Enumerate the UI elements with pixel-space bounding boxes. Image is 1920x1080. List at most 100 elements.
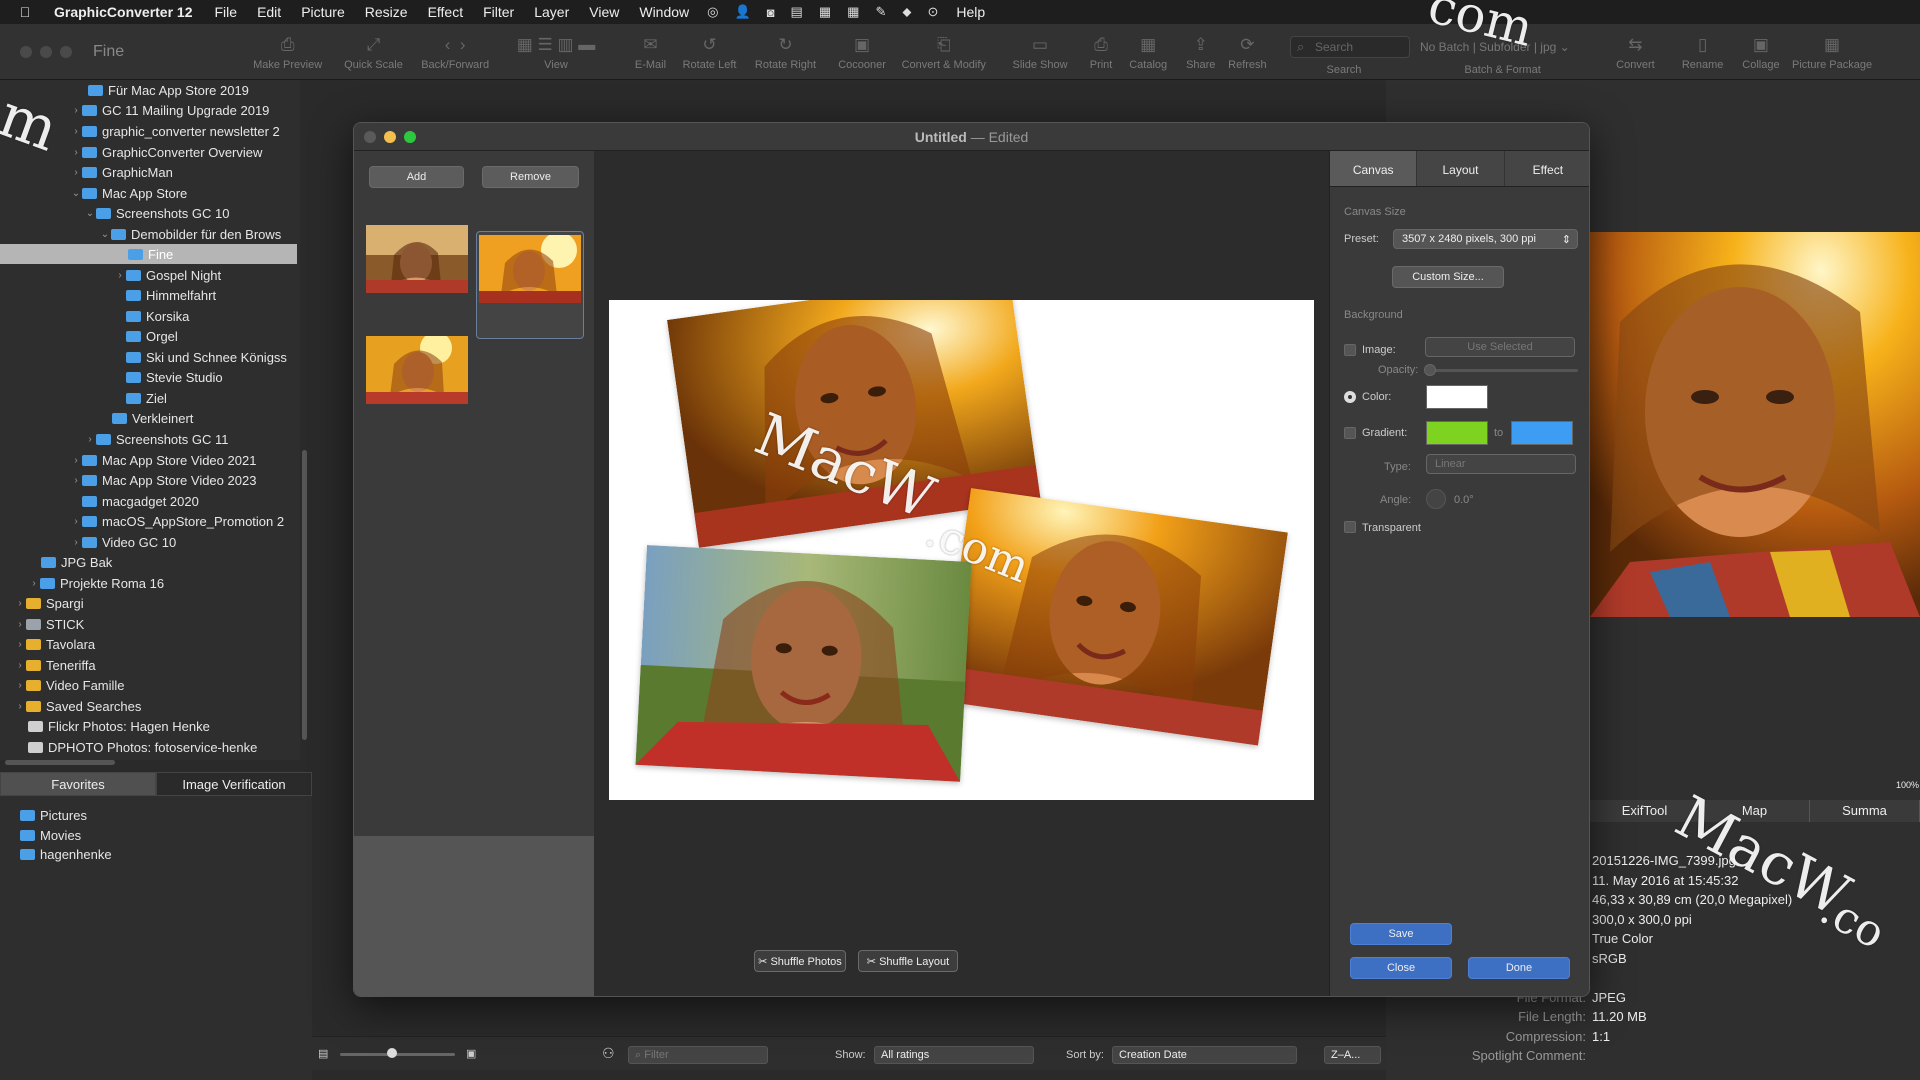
collage-photo-2[interactable]	[941, 488, 1288, 746]
tab-canvas[interactable]: Canvas	[1330, 151, 1418, 186]
folder-item[interactable]: macgadget 2020	[82, 491, 199, 511]
folder-item[interactable]: › GraphicMan	[70, 162, 172, 182]
menu-layer[interactable]: Layer	[524, 4, 579, 20]
folder-item[interactable]: › Tavolara	[14, 634, 95, 654]
tab-image-verification[interactable]: Image Verification	[156, 772, 312, 796]
disclosure-right-icon[interactable]: ›	[14, 680, 26, 691]
folder-item[interactable]: ⌄ Mac App Store	[70, 183, 187, 203]
folder-item[interactable]: Himmelfahrt	[126, 285, 216, 305]
folder-item-selected[interactable]: Fine	[0, 244, 297, 264]
tab-exiftool[interactable]: ExifTool	[1590, 800, 1700, 822]
calendar-grid-icon[interactable]: ▦	[839, 4, 867, 20]
camera-icon[interactable]: ◙	[759, 5, 783, 20]
disclosure-right-icon[interactable]: ›	[70, 516, 82, 527]
remove-button[interactable]: Remove	[482, 166, 579, 188]
menu-help[interactable]: Help	[946, 4, 995, 20]
search-input[interactable]: ⌕ Search	[1290, 36, 1410, 58]
opacity-slider-knob[interactable]	[1424, 364, 1436, 376]
zoom-window-button[interactable]	[60, 46, 72, 58]
wand-icon[interactable]: ✎	[867, 4, 894, 20]
disclosure-right-icon[interactable]: ›	[84, 434, 96, 445]
folder-item[interactable]: › macOS_AppStore_Promotion 2	[70, 511, 284, 531]
large-thumb-icon[interactable]: ▣	[466, 1047, 476, 1060]
tab-map[interactable]: Map	[1700, 800, 1810, 822]
folder-item[interactable]: › GraphicConverter Overview	[70, 142, 262, 162]
catalog-button[interactable]: ▦ Catalog	[1129, 34, 1167, 71]
folder-item[interactable]: Korsika	[126, 306, 189, 326]
glasses-icon[interactable]: ⚇	[602, 1045, 615, 1062]
dialog-minimize-dot[interactable]	[384, 131, 396, 143]
tab-favorites[interactable]: Favorites	[0, 772, 156, 796]
folder-item[interactable]: › Gospel Night	[114, 265, 221, 285]
disclosure-right-icon[interactable]: ›	[70, 475, 82, 486]
add-button[interactable]: Add	[369, 166, 464, 188]
menu-view[interactable]: View	[579, 4, 629, 20]
opacity-slider[interactable]	[1428, 369, 1578, 372]
transparent-checkbox[interactable]	[1344, 521, 1356, 533]
photo-thumb-2[interactable]	[479, 235, 581, 303]
sort-select[interactable]: Creation Date	[1112, 1046, 1297, 1064]
show-select[interactable]: All ratings	[874, 1046, 1034, 1064]
thumb-size-slider[interactable]	[340, 1053, 455, 1056]
menu-effect[interactable]: Effect	[418, 4, 474, 20]
folder-item[interactable]: › Video Famille	[14, 675, 124, 695]
menu-resize[interactable]: Resize	[355, 4, 418, 20]
clipboard-icon[interactable]: ▤	[783, 4, 811, 20]
photo-thumb-3[interactable]	[366, 336, 468, 404]
menu-app-name[interactable]: GraphicConverter 12	[50, 4, 205, 20]
dialog-zoom-dot[interactable]	[404, 131, 416, 143]
menu-picture[interactable]: Picture	[291, 4, 355, 20]
cocooner-button[interactable]: ▣ Cocooner	[838, 34, 886, 71]
disclosure-down-icon[interactable]: ⌄	[70, 188, 82, 199]
shuffle-photos-button[interactable]: ✂ Shuffle Photos	[754, 950, 846, 972]
angle-dial[interactable]	[1426, 489, 1446, 509]
convert-modify-button[interactable]: ⎗ Convert & Modify	[902, 34, 986, 71]
disclosure-right-icon[interactable]: ›	[14, 619, 26, 630]
folder-item[interactable]: › Video GC 10	[70, 532, 176, 552]
rename-button[interactable]: ▯ Rename	[1682, 34, 1724, 71]
color-radio[interactable]	[1344, 391, 1356, 403]
email-button[interactable]: ✉ E-Mail	[635, 34, 666, 71]
tab-summary[interactable]: Summa	[1810, 800, 1920, 822]
image-checkbox[interactable]	[1344, 344, 1356, 356]
folder-item[interactable]: Für Mac App Store 2019	[76, 80, 249, 100]
use-selected-button[interactable]: Use Selected	[1425, 337, 1575, 357]
disclosure-right-icon[interactable]: ›	[28, 578, 40, 589]
folder-item[interactable]: › Teneriffa	[14, 655, 95, 675]
back-forward-button[interactable]: ‹ › Back/Forward	[421, 34, 489, 71]
target-icon[interactable]: ◎	[699, 4, 726, 20]
gradient-start-swatch[interactable]	[1426, 421, 1488, 445]
done-button[interactable]: Done	[1468, 957, 1570, 979]
photo-thumb-1[interactable]	[366, 225, 468, 293]
small-thumb-icon[interactable]: ▤	[318, 1047, 328, 1060]
folder-item[interactable]: › Screenshots GC 11	[84, 429, 228, 449]
disclosure-right-icon[interactable]: ›	[70, 147, 82, 158]
slide-show-button[interactable]: ▭ Slide Show	[1012, 34, 1067, 71]
calendar-icon[interactable]: ▦	[811, 4, 839, 20]
disclosure-right-icon[interactable]: ›	[70, 126, 82, 137]
folder-item[interactable]: › Mac App Store Video 2023	[70, 470, 256, 490]
sidebar-scrollbar[interactable]	[302, 450, 307, 740]
gradient-checkbox[interactable]	[1344, 427, 1356, 439]
tab-effect[interactable]: Effect	[1504, 151, 1589, 186]
convert-button[interactable]: ⇆ Convert	[1616, 34, 1655, 71]
folder-item[interactable]: Orgel	[126, 326, 178, 346]
disclosure-right-icon[interactable]: ›	[114, 270, 126, 281]
menu-filter[interactable]: Filter	[473, 4, 524, 20]
custom-size-button[interactable]: Custom Size...	[1392, 266, 1504, 288]
dots-icon[interactable]: ⊙	[919, 4, 946, 20]
sort-order-select[interactable]: Z–A...	[1324, 1046, 1381, 1064]
menu-file[interactable]: File	[205, 4, 248, 20]
favorite-item[interactable]: Movies	[20, 825, 81, 845]
folder-item[interactable]: Ski und Schnee Königss	[126, 347, 287, 367]
refresh-button[interactable]: ⟳ Refresh	[1228, 34, 1267, 71]
folder-item[interactable]: JPG Bak	[41, 552, 112, 572]
close-button[interactable]: Close	[1350, 957, 1452, 979]
batch-select[interactable]: No Batch | Subfolder | jpg ⌄	[1420, 36, 1610, 58]
tab-layout[interactable]: Layout	[1417, 151, 1505, 186]
menu-edit[interactable]: Edit	[247, 4, 291, 20]
apple-icon[interactable]: 	[0, 4, 50, 20]
folder-item[interactable]: › GC 11 Mailing Upgrade 2019	[70, 100, 269, 120]
gradient-type-select[interactable]: Linear	[1426, 454, 1576, 474]
folder-item[interactable]: › Mac App Store Video 2021	[70, 450, 256, 470]
